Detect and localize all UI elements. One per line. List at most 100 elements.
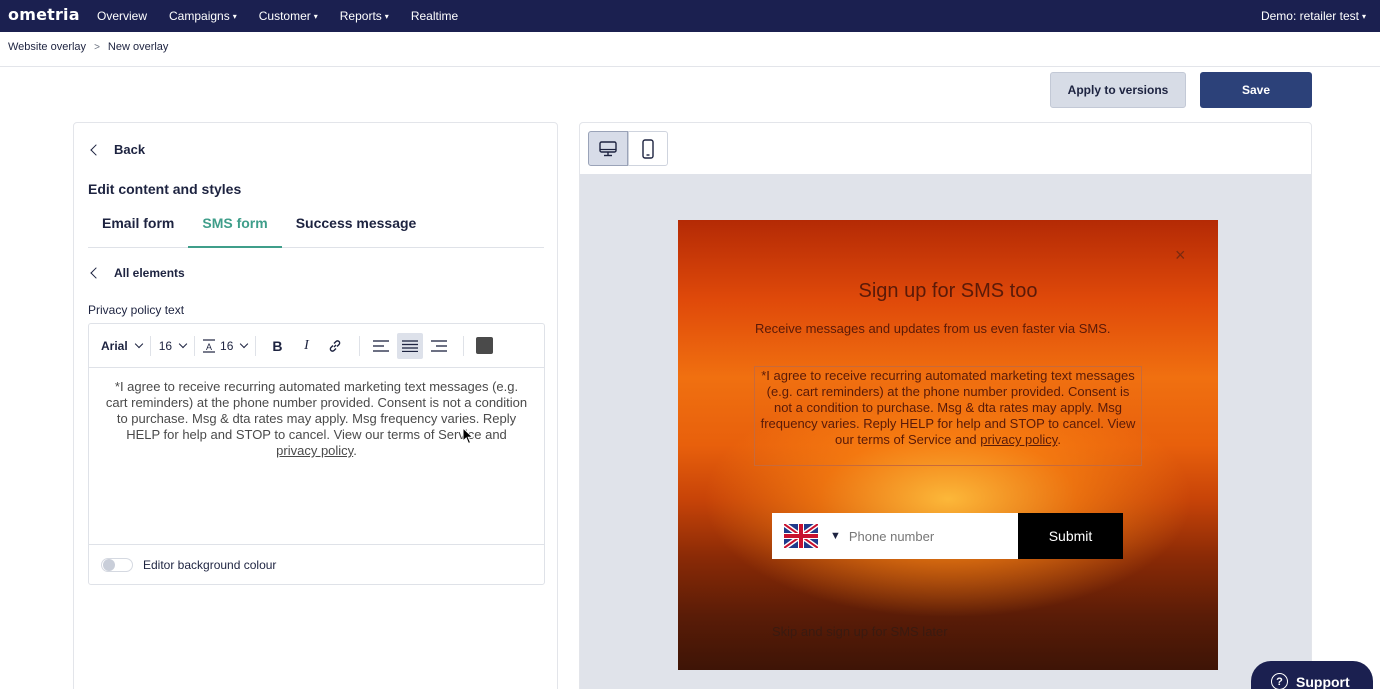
overlay-privacy-copy: *I agree to receive recurring automated … — [760, 368, 1136, 447]
toolbar-divider — [359, 335, 361, 356]
overlay-preview: × Sign up for SMS too Receive messages a… — [678, 220, 1218, 670]
save-button[interactable]: Save — [1200, 72, 1312, 108]
line-height-icon: A — [203, 338, 216, 353]
breadcrumb-new-overlay: New overlay — [107, 41, 169, 53]
support-button[interactable]: ? Support — [1251, 661, 1373, 689]
editor-panel: Back Edit content and styles Email form … — [73, 122, 558, 689]
line-height-select[interactable]: A 16 — [203, 338, 249, 353]
phone-field: ▼ — [772, 513, 1018, 559]
all-elements-link[interactable]: All elements — [88, 266, 185, 280]
text-color-swatch[interactable] — [476, 337, 494, 354]
line-height-value: 16 — [220, 338, 234, 353]
toolbar-divider — [149, 335, 151, 356]
overlay-privacy-text[interactable]: *I agree to receive recurring automated … — [754, 366, 1142, 466]
privacy-text-end: . — [353, 443, 357, 458]
nav-label: Campaigns — [169, 9, 230, 23]
mobile-icon — [642, 138, 654, 159]
header-divider — [0, 66, 1380, 67]
align-left-button[interactable] — [368, 333, 394, 359]
link-icon — [330, 339, 341, 352]
phone-number-input[interactable] — [848, 528, 999, 544]
toolbar-divider — [463, 335, 465, 356]
tab-success-message[interactable]: Success message — [282, 207, 431, 248]
editor-background-label: Editor background colour — [143, 557, 277, 572]
privacy-policy-link[interactable]: privacy policy — [276, 443, 353, 458]
italic-button[interactable]: I — [293, 333, 319, 359]
overlay-privacy-end: . — [1057, 432, 1061, 447]
bold-icon: B — [272, 337, 283, 354]
editor-toolbar: Arial 16 A 16 B I — [89, 324, 544, 368]
help-icon: ? — [1271, 673, 1288, 689]
nav-label: Overview — [97, 9, 148, 23]
apply-to-versions-button[interactable]: Apply to versions — [1050, 72, 1186, 108]
editor-footer: Editor background colour — [89, 544, 544, 584]
chevron-left-icon — [90, 267, 102, 279]
field-label: Privacy policy text — [88, 303, 185, 317]
italic-icon: I — [304, 337, 309, 353]
back-label: Back — [114, 142, 146, 157]
uk-flag-graphic — [784, 524, 818, 548]
align-right-button[interactable] — [426, 333, 452, 359]
svg-text:A: A — [206, 342, 212, 352]
skip-sms-link[interactable]: Skip and sign up for SMS later — [772, 624, 948, 639]
toolbar-divider — [255, 335, 257, 356]
link-button[interactable] — [322, 333, 348, 359]
chevron-down-icon — [134, 339, 143, 348]
desktop-view-button[interactable] — [588, 131, 628, 166]
font-family-select[interactable]: Arial — [101, 338, 143, 353]
account-label: Demo: retailer test — [1260, 9, 1359, 23]
font-size-select[interactable]: 16 — [159, 339, 188, 353]
nav-item-reports[interactable]: Reports ▾ — [340, 9, 389, 23]
all-elements-label: All elements — [114, 266, 185, 280]
mobile-view-button[interactable] — [628, 131, 668, 166]
nav-menu: Overview Campaigns ▾ Customer ▾ Reports ▾ R… — [97, 0, 480, 32]
editor-content-area[interactable]: *I agree to receive recurring automated … — [89, 368, 544, 544]
align-center-button[interactable] — [397, 332, 424, 359]
overlay-title[interactable]: Sign up for SMS too — [678, 280, 1218, 303]
caret-down-icon: ▾ — [1361, 11, 1366, 21]
chevron-down-icon — [178, 339, 188, 348]
rich-text-editor: Arial 16 A 16 B I *I agree to receive re… — [88, 323, 545, 585]
nav-item-realtime[interactable]: Realtime — [411, 9, 458, 23]
preview-panel: × Sign up for SMS too Receive messages a… — [579, 122, 1312, 689]
breadcrumb: Website overlay > New overlay — [8, 41, 168, 53]
submit-button[interactable]: Submit — [1018, 513, 1123, 559]
device-toolbar — [580, 123, 1311, 174]
bold-button[interactable]: B — [264, 333, 290, 359]
align-center-icon — [402, 339, 419, 352]
caret-down-icon: ▾ — [313, 12, 318, 22]
caret-down-icon: ▾ — [384, 12, 389, 22]
nav-label: Customer — [258, 9, 311, 23]
toggle-knob — [103, 558, 115, 571]
chevron-left-icon — [90, 143, 102, 156]
toolbar-divider — [194, 335, 196, 356]
desktop-icon — [599, 140, 617, 156]
nav-item-customer[interactable]: Customer ▾ — [259, 9, 318, 23]
country-dropdown-icon[interactable]: ▼ — [830, 530, 841, 542]
support-label: Support — [1296, 674, 1350, 689]
nav-label: Realtime — [410, 9, 459, 23]
top-nav: ometria Overview Campaigns ▾ Customer ▾ Re… — [0, 0, 1380, 32]
chevron-down-icon — [240, 339, 249, 348]
overlay-subtitle[interactable]: Receive messages and updates from us eve… — [755, 321, 1135, 337]
align-right-icon — [431, 339, 448, 352]
nav-item-overview[interactable]: Overview — [97, 9, 147, 23]
mouse-cursor-icon — [462, 427, 474, 445]
overlay-privacy-link[interactable]: privacy policy — [980, 432, 1057, 447]
close-icon[interactable]: × — [1175, 245, 1186, 266]
back-button[interactable]: Back — [88, 142, 145, 157]
breadcrumb-separator-icon: > — [94, 41, 100, 53]
nav-label: Reports — [339, 9, 382, 23]
account-menu[interactable]: Demo: retailer test ▾ — [1261, 0, 1366, 32]
breadcrumb-website-overlay[interactable]: Website overlay — [8, 41, 86, 53]
font-family-value: Arial — [101, 338, 128, 353]
tab-email-form[interactable]: Email form — [88, 207, 188, 248]
align-left-icon — [373, 339, 390, 352]
tab-sms-form[interactable]: SMS form — [188, 207, 282, 248]
editor-background-toggle[interactable] — [101, 557, 133, 572]
caret-down-icon: ▾ — [232, 12, 237, 22]
uk-flag-icon[interactable] — [784, 524, 818, 548]
nav-item-campaigns[interactable]: Campaigns ▾ — [169, 9, 237, 23]
ometria-logo[interactable]: ometria — [8, 5, 80, 24]
section-title: Edit content and styles — [88, 181, 242, 197]
